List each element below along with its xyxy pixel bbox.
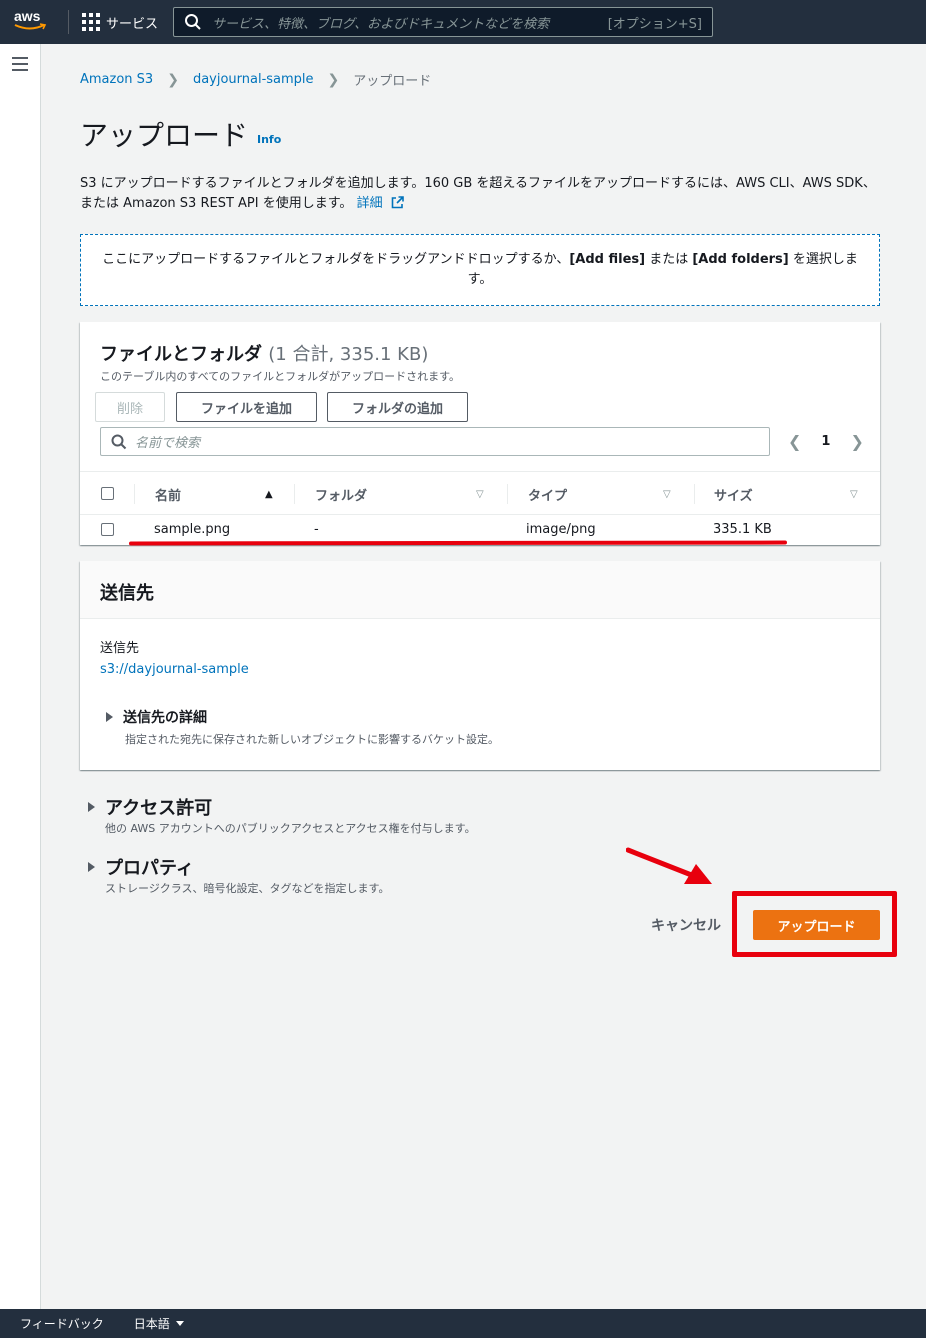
drop-zone[interactable]: ここにアップロードするファイルとフォルダをドラッグアンドドロップするか、[Add… bbox=[80, 234, 880, 306]
caret-down-icon bbox=[175, 1321, 184, 1326]
name-search-input[interactable]: 名前で検索 bbox=[100, 427, 770, 456]
breadcrumb-bucket[interactable]: dayjournal-sample bbox=[193, 72, 314, 87]
info-link[interactable]: Info bbox=[257, 133, 281, 146]
column-type[interactable]: タイプ bbox=[528, 472, 567, 516]
learn-more-link[interactable]: 詳細 bbox=[357, 196, 383, 211]
cell-size: 335.1 KB bbox=[713, 522, 772, 537]
caret-right-icon bbox=[88, 802, 95, 812]
services-menu[interactable]: サービス bbox=[82, 11, 158, 33]
destination-header: 送信先 bbox=[80, 561, 880, 619]
add-folder-button[interactable]: フォルダの追加 bbox=[327, 392, 468, 422]
aws-logo[interactable]: aws bbox=[14, 8, 54, 36]
access-section-toggle[interactable]: アクセス許可 bbox=[88, 794, 212, 820]
destination-label: 送信先 bbox=[100, 641, 140, 656]
delete-button[interactable]: 削除 bbox=[95, 392, 165, 422]
properties-description: ストレージクラス、暗号化設定、タグなどを指定します。 bbox=[105, 882, 390, 895]
column-divider bbox=[294, 484, 295, 504]
search-shortcut: [オプション+S] bbox=[607, 16, 702, 32]
breadcrumb-current: アップロード bbox=[353, 74, 432, 89]
search-icon bbox=[185, 14, 201, 30]
column-folder[interactable]: フォルダ bbox=[315, 472, 367, 516]
column-divider bbox=[694, 484, 695, 504]
add-files-button[interactable]: ファイルを追加 bbox=[176, 392, 317, 422]
properties-section-toggle[interactable]: プロパティ bbox=[88, 854, 194, 880]
upload-button[interactable]: アップロード bbox=[753, 910, 880, 940]
external-link-icon bbox=[391, 196, 404, 209]
properties-title: プロパティ bbox=[105, 858, 194, 879]
page-title: アップロード bbox=[80, 119, 249, 152]
footer: フィードバック 日本語 bbox=[0, 1309, 926, 1338]
breadcrumb: Amazon S3 ❯ dayjournal-sample ❯ アップロード bbox=[80, 70, 432, 90]
files-count: (1 合計, 335.1 KB) bbox=[268, 344, 429, 365]
cancel-button[interactable]: キャンセル bbox=[651, 915, 721, 935]
destination-title: 送信先 bbox=[100, 583, 154, 604]
sort-ascending-icon[interactable]: ▲ bbox=[265, 489, 273, 500]
sort-icon[interactable]: ▽ bbox=[850, 489, 858, 500]
page-number[interactable]: 1 bbox=[821, 434, 830, 449]
access-title: アクセス許可 bbox=[105, 798, 213, 819]
main-content: Amazon S3 ❯ dayjournal-sample ❯ アップロード ア… bbox=[41, 44, 926, 1309]
sort-icon[interactable]: ▽ bbox=[663, 489, 671, 500]
feedback-link[interactable]: フィードバック bbox=[20, 1315, 104, 1332]
column-name[interactable]: 名前 bbox=[155, 472, 181, 516]
chevron-right-icon: ❯ bbox=[167, 71, 179, 88]
aws-smile-icon bbox=[14, 23, 47, 30]
cell-type: image/png bbox=[526, 522, 596, 537]
chevron-right-icon: ❯ bbox=[327, 71, 340, 88]
aws-logo-text: aws bbox=[14, 8, 41, 24]
dropzone-add-files: [Add files] bbox=[569, 252, 646, 267]
caret-right-icon bbox=[88, 862, 95, 872]
column-size[interactable]: サイズ bbox=[714, 472, 753, 516]
files-panel-title: ファイルとフォルダ (1 合計, 335.1 KB) bbox=[100, 340, 428, 366]
destination-panel: 送信先 送信先 s3://dayjournal-sample 送信先の詳細 指定… bbox=[80, 561, 880, 770]
chevron-left-icon[interactable]: ❮ bbox=[788, 432, 801, 451]
language-selector[interactable]: 日本語 bbox=[134, 1315, 184, 1332]
row-checkbox[interactable] bbox=[101, 523, 114, 536]
column-divider bbox=[507, 484, 508, 504]
access-description: 他の AWS アカウントへのパブリックアクセスとアクセス権を付与します。 bbox=[105, 822, 476, 835]
pagination: ❮ 1 ❯ bbox=[788, 432, 864, 451]
sort-icon[interactable]: ▽ bbox=[476, 489, 484, 500]
files-title-text: ファイルとフォルダ bbox=[100, 344, 262, 365]
search-icon bbox=[111, 434, 127, 449]
caret-right-icon bbox=[106, 712, 113, 722]
chevron-right-icon[interactable]: ❯ bbox=[850, 432, 863, 451]
files-panel: ファイルとフォルダ (1 合計, 335.1 KB) このテーブル内のすべてのフ… bbox=[80, 322, 880, 545]
services-label: サービス bbox=[106, 16, 159, 32]
destination-details-description: 指定された宛先に保存された新しいオブジェクトに影響するバケット設定。 bbox=[125, 733, 499, 746]
page-description: S3 にアップロードするファイルとフォルダを追加します。160 GB を超えるフ… bbox=[80, 174, 880, 214]
side-rail bbox=[0, 44, 41, 1309]
nav-divider bbox=[68, 10, 69, 34]
dropzone-text-2: または bbox=[645, 252, 693, 267]
grid-icon bbox=[82, 13, 100, 31]
destination-link[interactable]: s3://dayjournal-sample bbox=[100, 662, 249, 677]
files-panel-subtitle: このテーブル内のすべてのファイルとフォルダがアップロードされます。 bbox=[100, 370, 461, 383]
name-search-placeholder: 名前で検索 bbox=[135, 436, 201, 451]
search-placeholder: サービス、特徴、ブログ、およびドキュメントなどを検索 bbox=[212, 16, 550, 32]
global-search-input[interactable]: サービス、特徴、ブログ、およびドキュメントなどを検索 [オプション+S] bbox=[173, 7, 713, 37]
select-all-checkbox[interactable] bbox=[101, 487, 114, 500]
description-text: S3 にアップロードするファイルとフォルダを追加します。160 GB を超えるフ… bbox=[80, 176, 876, 211]
column-divider bbox=[134, 484, 135, 504]
language-label: 日本語 bbox=[133, 1317, 170, 1331]
dropzone-text-1: ここにアップロードするファイルとフォルダをドラッグアンドドロップするか、 bbox=[102, 252, 570, 267]
destination-details-title: 送信先の詳細 bbox=[123, 710, 207, 726]
annotation-arrow-icon bbox=[626, 847, 712, 884]
dropzone-add-folders: [Add folders] bbox=[692, 252, 789, 267]
cell-folder: - bbox=[314, 522, 319, 537]
cell-name: sample.png bbox=[154, 522, 231, 537]
table-header: 名前 ▲ フォルダ ▽ タイプ ▽ サイズ ▽ bbox=[80, 471, 880, 515]
destination-details-toggle[interactable]: 送信先の詳細 bbox=[106, 707, 207, 727]
top-nav: aws サービス サービス、特徴、ブログ、およびドキュメントなどを検索 [オプシ… bbox=[0, 0, 926, 44]
hamburger-icon[interactable] bbox=[12, 57, 28, 71]
breadcrumb-s3[interactable]: Amazon S3 bbox=[80, 72, 153, 87]
